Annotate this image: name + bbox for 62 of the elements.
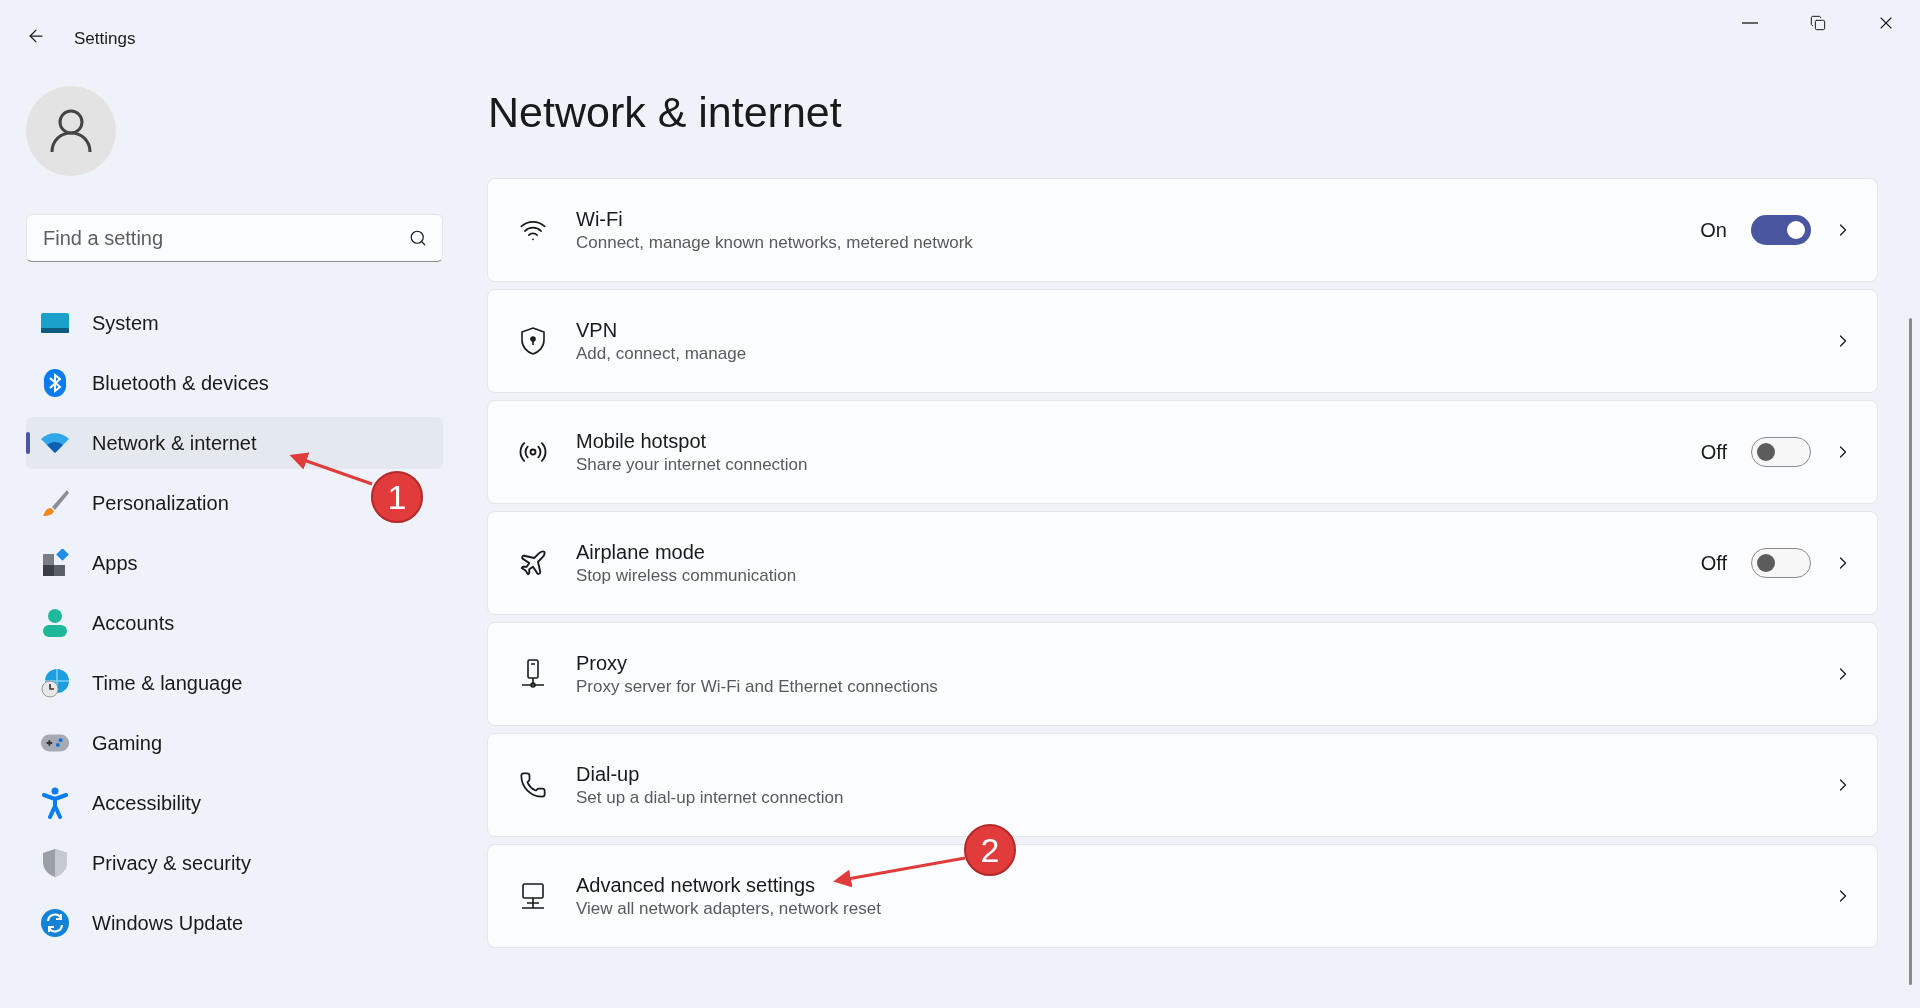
shield-lock-icon — [519, 326, 547, 356]
card-title: Airplane mode — [576, 540, 706, 565]
accessibility-icon — [41, 787, 69, 819]
airplane-icon — [518, 548, 548, 578]
paintbrush-icon — [40, 488, 70, 518]
search-field[interactable]: Find a setting — [26, 214, 443, 262]
globe-clock-icon — [40, 668, 70, 698]
search-icon — [409, 229, 427, 247]
card-title: Advanced network settings — [576, 873, 817, 898]
wifi-icon — [40, 432, 70, 454]
card-title: Dial-up — [576, 762, 641, 787]
sidebar-item[interactable]: Privacy & security — [26, 837, 263, 889]
sidebar-item[interactable]: System — [26, 297, 171, 349]
settings-card[interactable]: Mobile hotspot Share your internet connection Off — [487, 400, 1878, 504]
toggle-switch[interactable] — [1751, 437, 1811, 467]
monitor-icon — [40, 311, 70, 335]
toggle-state-label: On — [1700, 218, 1727, 243]
sidebar-item[interactable]: Apps — [26, 537, 150, 589]
card-description: Connect, manage known networks, metered network — [576, 232, 973, 254]
page-heading: Network & internet — [488, 88, 843, 136]
person-icon — [42, 608, 68, 638]
card-title: Proxy — [576, 651, 629, 676]
settings-card[interactable]: VPN Add, connect, manage — [487, 289, 1878, 393]
sidebar-item[interactable]: Accessibility — [26, 777, 213, 829]
gamepad-icon — [40, 732, 70, 754]
person-icon — [50, 109, 92, 153]
annotation-badge: 1 — [371, 471, 423, 523]
card-description: Stop wireless communication — [576, 565, 797, 587]
shield-icon — [41, 848, 69, 878]
sidebar-item[interactable]: Personalization — [26, 477, 241, 529]
restore-icon — [1810, 15, 1826, 31]
card-description: Proxy server for Wi-Fi and Ethernet connections — [576, 676, 938, 698]
sidebar-item[interactable]: Accounts — [26, 597, 187, 649]
card-title: Wi-Fi — [576, 207, 624, 232]
card-description: Share your internet connection — [576, 454, 808, 476]
settings-card[interactable]: Wi-Fi Connect, manage known networks, metered network On — [487, 178, 1878, 282]
card-description: View all network adapters, network reset — [576, 898, 881, 920]
window-title: Settings — [74, 28, 136, 50]
bluetooth-icon — [43, 368, 67, 398]
sidebar-item[interactable]: Bluetooth & devices — [26, 357, 281, 409]
sidebar-item[interactable]: Network & internet — [26, 417, 443, 469]
sidebar-item[interactable]: Gaming — [26, 717, 175, 769]
toggle-switch[interactable] — [1751, 215, 1811, 245]
card-title: Mobile hotspot — [576, 429, 708, 454]
apps-icon — [41, 549, 69, 577]
card-description: Set up a dial-up internet connection — [576, 787, 844, 809]
settings-card[interactable]: Airplane mode Stop wireless communication Off — [487, 511, 1878, 615]
settings-card[interactable]: Proxy Proxy server for Wi-Fi and Ethernet connections — [487, 622, 1878, 726]
refresh-icon — [40, 908, 70, 938]
toggle-state-label: Off — [1700, 440, 1727, 465]
sidebar-item[interactable]: Windows Update — [26, 897, 256, 949]
settings-card[interactable]: Dial-up Set up a dial-up internet connection — [487, 733, 1878, 837]
sidebar-item[interactable]: Time & language — [26, 657, 255, 709]
toggle-state-label: Off — [1700, 551, 1727, 576]
toggle-switch[interactable] — [1751, 548, 1811, 578]
server-icon — [519, 658, 547, 690]
card-title: VPN — [576, 318, 619, 343]
minimize-icon — [1742, 22, 1758, 24]
phone-icon — [519, 771, 547, 799]
card-description: Add, connect, manage — [576, 343, 747, 365]
scrollbar[interactable] — [1908, 318, 1912, 985]
selection-indicator — [26, 432, 30, 454]
